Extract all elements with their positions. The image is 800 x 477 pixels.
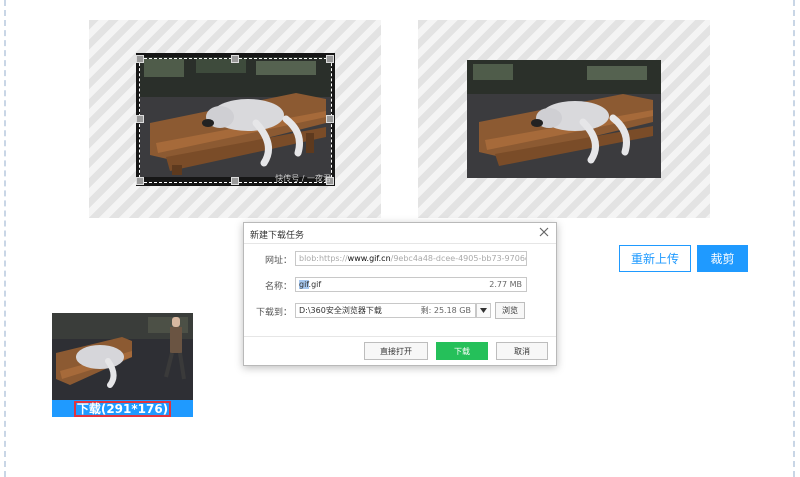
crop-handle-right[interactable]: [326, 115, 334, 123]
crop-handle-left[interactable]: [136, 115, 144, 123]
save-to-label: 下载到：: [255, 308, 292, 318]
download-button[interactable]: 下载: [436, 342, 488, 360]
thumbnail-download-label[interactable]: 下载(291*176): [73, 400, 172, 417]
open-directly-button[interactable]: 直接打开: [364, 342, 428, 360]
crop-handle-bottom[interactable]: [231, 177, 239, 185]
crop-button-label: 裁剪: [710, 252, 735, 266]
crop-handle-top-left[interactable]: [136, 55, 144, 63]
dog-on-bench-preview: [467, 60, 661, 178]
crop-selection-box[interactable]: [139, 58, 332, 183]
url-field[interactable]: blob:https://www.gif.cn/9ebc4a48-dcee-49…: [295, 251, 527, 266]
crop-handle-top-right[interactable]: [326, 55, 334, 63]
url-prefix: blob:https://: [299, 254, 348, 263]
save-path-dropdown[interactable]: [476, 303, 491, 318]
crop-button[interactable]: 裁剪: [697, 245, 748, 272]
right-frame-border: [793, 0, 795, 477]
new-download-dialog: 新建下载任务 网址： blob:https://www.gif.cn/9ebc4…: [243, 222, 557, 366]
browse-button[interactable]: 浏览: [495, 302, 525, 319]
dialog-title: 新建下载任务: [250, 231, 305, 241]
thumbnail-scene: [52, 313, 193, 400]
cancel-button[interactable]: 取消: [496, 342, 548, 360]
reupload-button[interactable]: 重新上传: [619, 245, 691, 272]
browse-button-label: 浏览: [502, 306, 518, 315]
filename-selected: gif: [299, 280, 309, 289]
image-watermark: 快传号 / 一夜君: [275, 174, 331, 183]
crop-handle-top[interactable]: [231, 55, 239, 63]
close-icon[interactable]: [538, 226, 550, 238]
filename-field[interactable]: gif.gif 2.77 MB: [295, 277, 527, 292]
crop-handle-bottom-left[interactable]: [136, 177, 144, 185]
thumbnail-download-bar[interactable]: 下载(291*176): [52, 400, 193, 417]
url-host: www.gif.cn: [347, 254, 391, 263]
free-space: 剩: 25.18 GB: [420, 306, 471, 315]
crop-preview-image: [467, 60, 661, 178]
cancel-button-label: 取消: [514, 346, 530, 356]
url-path: /9ebc4a48-dcee-4905-bb73-9706e1: [390, 254, 527, 263]
url-label: 网址：: [264, 256, 292, 266]
open-directly-label: 直接打开: [380, 346, 412, 356]
save-path: D:\360安全浏览器下载: [299, 306, 382, 315]
name-label: 名称：: [264, 282, 292, 292]
left-frame-border: [4, 0, 6, 477]
dialog-footer-divider: [244, 336, 556, 337]
chevron-down-icon: [480, 308, 487, 313]
save-path-field[interactable]: D:\360安全浏览器下载 剩: 25.18 GB: [295, 303, 476, 318]
file-size: 2.77 MB: [489, 280, 522, 289]
filename-ext: .gif: [308, 280, 322, 289]
dialog-title-divider: [244, 243, 556, 244]
crop-source-image[interactable]: 快传号 / 一夜君: [136, 53, 335, 186]
result-thumbnail: [52, 313, 193, 400]
download-button-label: 下载: [454, 346, 470, 356]
reupload-button-label: 重新上传: [630, 252, 679, 266]
